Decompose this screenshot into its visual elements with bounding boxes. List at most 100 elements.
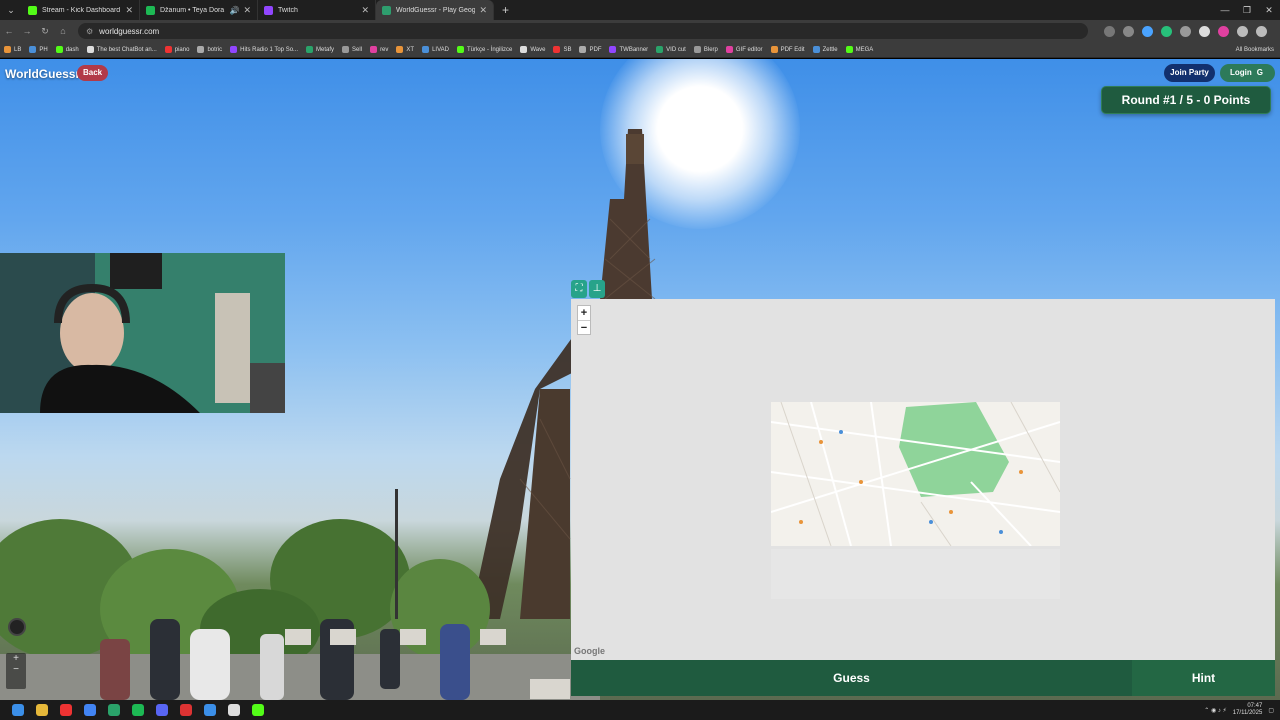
extension-icon[interactable] <box>1142 25 1153 37</box>
bookmark-item[interactable]: SB <box>553 46 571 53</box>
street-view-zoom-control[interactable]: + − <box>6 653 26 689</box>
start-icon[interactable] <box>12 704 24 716</box>
close-window-icon[interactable]: ✕ <box>1258 0 1280 20</box>
zoom-in-button[interactable]: + <box>578 306 590 320</box>
guess-button[interactable]: Guess <box>571 660 1132 696</box>
maximize-icon[interactable]: ❐ <box>1236 0 1258 20</box>
back-button[interactable]: Back <box>77 65 109 81</box>
expand-map-icon[interactable]: ⛶ <box>571 280 587 298</box>
bookmark-item[interactable]: dash <box>55 46 79 53</box>
browser-tab[interactable]: Džanum • Teya Dora 🔊 ✕ <box>140 0 258 20</box>
bookmark-item[interactable]: piano <box>164 46 190 53</box>
minimize-icon[interactable]: — <box>1214 0 1236 20</box>
login-button[interactable]: Login G <box>1220 64 1275 82</box>
street-view-zoom-in-icon[interactable]: + <box>6 653 26 664</box>
tab-search-icon[interactable]: ⌄ <box>0 0 22 20</box>
bookmark-favicon-icon <box>553 46 561 53</box>
bookmark-item[interactable]: Zettle <box>812 46 838 53</box>
tower-cap <box>626 134 644 164</box>
street-view-zoom-out-icon[interactable]: − <box>6 664 26 675</box>
tray-icons[interactable]: ⌃ ◉ ♪ ⚡ <box>1204 707 1226 714</box>
clock-time: 07:47 <box>1247 703 1263 709</box>
tab-favicon-icon <box>28 5 37 15</box>
browser-tab[interactable]: WorldGuessr - Play Geoguessr✕ <box>376 0 494 20</box>
bookmark-label: Wave <box>530 46 546 53</box>
bookmark-item[interactable]: LIVAD <box>422 46 449 53</box>
bookmark-label: LIVAD <box>432 46 449 53</box>
bookmark-item[interactable]: Türkçe - İngilizce <box>456 46 512 53</box>
bookmark-item[interactable]: Wave <box>520 46 545 53</box>
reload-icon[interactable]: ↻ <box>36 26 54 37</box>
bookmark-label: VID cut <box>666 46 686 53</box>
bookmark-item[interactable]: TWBanner <box>609 46 648 53</box>
star-icon[interactable] <box>1123 25 1134 37</box>
tab-close-icon[interactable]: ✕ <box>243 5 251 16</box>
extension-icon[interactable] <box>1218 25 1229 37</box>
file-explorer-icon[interactable] <box>36 704 48 716</box>
compass-icon[interactable] <box>8 618 26 636</box>
spotify-icon[interactable] <box>132 704 144 716</box>
bookmark-item[interactable]: Hits Radio 1 Top So... <box>230 46 298 53</box>
app-icon[interactable] <box>204 704 216 716</box>
app-icon[interactable] <box>180 704 192 716</box>
bookmark-item[interactable]: Blerp <box>693 46 718 53</box>
tab-title: Stream - Kick Dashboard <box>42 6 121 14</box>
extension-icon[interactable] <box>1180 25 1191 37</box>
worldguessr-logo[interactable]: WorldGuessr <box>5 67 80 81</box>
tab-close-icon[interactable]: ✕ <box>479 5 487 16</box>
menu-icon[interactable] <box>1256 25 1267 37</box>
all-bookmarks-label: All Bookmarks <box>1235 47 1274 53</box>
app-icon[interactable] <box>108 704 120 716</box>
tab-audio-icon[interactable]: 🔊 <box>229 6 239 15</box>
profile-avatar[interactable] <box>1237 25 1248 37</box>
bookmark-item[interactable]: GIF editor <box>725 46 763 53</box>
browser-toolbar: ← → ↻ ⌂ ⚙ worldguessr.com <box>0 20 1280 42</box>
tab-close-icon[interactable]: ✕ <box>125 5 133 16</box>
bookmark-label: piano <box>174 46 190 53</box>
bookmark-item[interactable]: XT <box>396 46 414 53</box>
discord-icon[interactable] <box>156 704 168 716</box>
home-icon[interactable]: ⌂ <box>54 26 72 36</box>
forward-arrow-icon[interactable]: → <box>18 26 36 36</box>
bookmark-item[interactable]: PH <box>29 46 48 53</box>
extension-icon[interactable] <box>1199 25 1210 37</box>
browser-tab[interactable]: Stream - Kick Dashboard ✕ <box>22 0 140 20</box>
bookmark-label: Metafy <box>316 46 335 53</box>
browser-tab[interactable]: Twitch ✕ <box>258 0 376 20</box>
bookmark-item[interactable]: Metafy <box>306 46 334 53</box>
bookmark-item[interactable]: The best ChatBot an... <box>86 46 157 53</box>
bookmark-favicon-icon <box>370 46 378 53</box>
all-bookmarks-button[interactable]: All Bookmarks <box>1235 42 1274 57</box>
address-bar[interactable]: ⚙ worldguessr.com <box>78 23 1088 39</box>
bookmark-item[interactable]: Sell <box>342 46 362 53</box>
bookmark-favicon-icon <box>812 46 820 53</box>
app-icon[interactable] <box>228 704 240 716</box>
app-icon[interactable] <box>252 704 264 716</box>
extension-icon[interactable] <box>1161 25 1172 37</box>
chrome-icon[interactable] <box>84 704 96 716</box>
back-arrow-icon[interactable]: ← <box>0 26 18 36</box>
tab-title: Džanum • Teya Dora <box>160 6 225 14</box>
bookmark-item[interactable]: LB <box>4 46 21 53</box>
clock[interactable]: 07:47 17/11/2025 <box>1233 703 1263 717</box>
bookmark-item[interactable]: MEGA <box>845 46 873 53</box>
bookmark-item[interactable]: rev <box>370 46 388 53</box>
app-icon[interactable] <box>60 704 72 716</box>
bookmark-item[interactable]: PDF Edit <box>770 46 805 53</box>
hint-button[interactable]: Hint <box>1132 660 1275 696</box>
tab-close-icon[interactable]: ✕ <box>361 5 369 16</box>
pin-map-icon[interactable]: ⊥ <box>589 280 605 298</box>
join-party-button[interactable]: Join Party <box>1164 64 1215 82</box>
tab-favicon-icon <box>264 5 273 15</box>
zoom-out-button[interactable]: − <box>578 320 590 334</box>
bookmark-item[interactable]: botric <box>197 46 222 53</box>
bookmark-item[interactable]: PDF <box>579 46 601 53</box>
guess-map[interactable]: + − Google <box>571 299 1275 660</box>
notification-icon[interactable]: ▢ <box>1268 707 1274 714</box>
new-tab-button[interactable]: + <box>494 3 517 17</box>
google-attribution: Google <box>574 646 605 656</box>
translate-icon[interactable] <box>1104 25 1115 37</box>
crowd <box>0 619 600 700</box>
bookmark-item[interactable]: VID cut <box>656 46 686 53</box>
site-info-icon[interactable]: ⚙ <box>86 27 93 36</box>
